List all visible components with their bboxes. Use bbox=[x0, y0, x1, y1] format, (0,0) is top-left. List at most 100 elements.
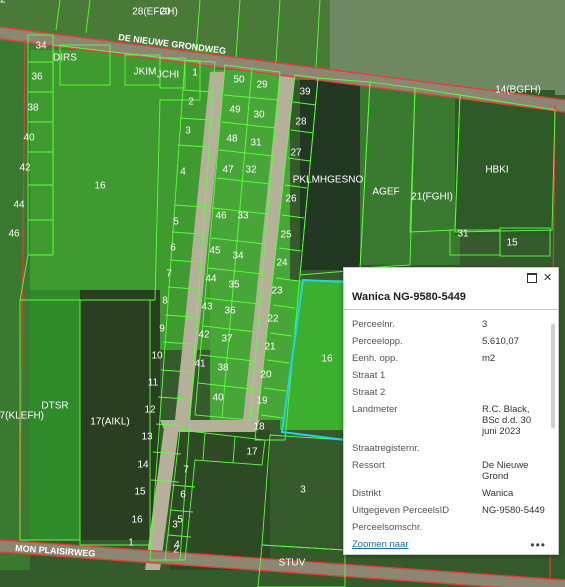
parcel-label: 48 bbox=[226, 134, 238, 145]
attribute-value: R.C. Black, BSc d.d. 30 juni 2023 bbox=[482, 404, 532, 437]
parcel-label: 1 bbox=[128, 538, 134, 549]
parcel-label: 36 bbox=[31, 72, 43, 83]
dock-icon[interactable] bbox=[527, 273, 537, 283]
parcel-label: 8 bbox=[162, 296, 168, 307]
parcel-label: 46 bbox=[8, 229, 20, 240]
ellipsis-icon[interactable]: ••• bbox=[530, 538, 546, 552]
attribute-label: Perceelnr. bbox=[352, 319, 395, 330]
parcel-label: 16 bbox=[94, 181, 106, 192]
parcel-label: HBKI bbox=[485, 165, 508, 176]
parcel-label: 7 bbox=[166, 269, 172, 280]
parcel-label: 21 bbox=[264, 342, 276, 353]
parcel-label: 16 bbox=[321, 354, 333, 365]
parcel-label: DIRS bbox=[53, 53, 77, 64]
close-icon[interactable]: ✕ bbox=[543, 272, 552, 283]
parcel-label: 23 bbox=[271, 286, 283, 297]
parcel-label: 20 bbox=[159, 7, 171, 18]
attribute-label: Straat 1 bbox=[352, 370, 386, 381]
attribute-value bbox=[482, 384, 548, 401]
parcel-label: 14(BGFH) bbox=[495, 85, 541, 96]
attribute-label: Eenh. opp. bbox=[352, 353, 398, 364]
parcel-label: 42 bbox=[19, 163, 31, 174]
parcel-label: 10 bbox=[151, 351, 163, 362]
parcel-label: 44 bbox=[13, 200, 25, 211]
parcel-label: 27 bbox=[290, 148, 302, 159]
popup-scrollbar[interactable] bbox=[551, 324, 555, 428]
parcel-label: 19 bbox=[256, 396, 268, 407]
parcel-label: 40 bbox=[212, 393, 224, 404]
attribute-label: Straat 2 bbox=[352, 387, 386, 398]
zoom-to-link[interactable]: Zoomen naar bbox=[352, 539, 409, 550]
attribute-value: m2 bbox=[482, 353, 496, 364]
parcel-label: 41 bbox=[194, 359, 206, 370]
parcel-label: 3 bbox=[185, 126, 191, 137]
parcel-label: 16 bbox=[131, 515, 143, 526]
parcel-label: AGEF bbox=[372, 187, 399, 198]
parcel-label: 12 bbox=[144, 405, 156, 416]
parcel-label: 3 bbox=[172, 520, 178, 531]
parcel-label: 32 bbox=[245, 165, 257, 176]
popup-header: ✕ bbox=[344, 268, 558, 288]
parcel-label: 39 bbox=[299, 87, 311, 98]
parcel-label: 36 bbox=[224, 306, 236, 317]
parcel-label: 1 bbox=[192, 68, 198, 79]
parcel-label: 33 bbox=[237, 211, 249, 222]
attribute-label: Straatregisternr. bbox=[352, 443, 420, 454]
parcel-label: 15 bbox=[134, 487, 146, 498]
attribute-value bbox=[482, 367, 548, 384]
parcel-label: 3 bbox=[300, 485, 306, 496]
attribute-value: NG-9580-5449 bbox=[482, 505, 545, 516]
parcel-label: 34 bbox=[232, 251, 244, 262]
parcel-label: 22 bbox=[267, 314, 279, 325]
attribute-label: Landmeter bbox=[352, 404, 398, 415]
attribute-label: Uitgegeven PerceelsID bbox=[352, 505, 450, 516]
attribute-row: Perceelnr. 3 bbox=[352, 316, 548, 333]
attribute-row: Straat 2 bbox=[352, 384, 548, 401]
parcel-label: 2 bbox=[173, 545, 179, 556]
parcel-label: 17 bbox=[246, 447, 258, 458]
parcel-label: 2 bbox=[188, 97, 194, 108]
attribute-value: 3 bbox=[482, 319, 488, 330]
parcel-label: 38 bbox=[27, 103, 39, 114]
parcel-label: 13 bbox=[141, 432, 153, 443]
parcel-label: 34 bbox=[35, 41, 47, 52]
parcel-label: 37 bbox=[221, 334, 233, 345]
attribute-value: De Nieuwe Grond bbox=[482, 460, 529, 482]
attribute-value bbox=[482, 440, 548, 457]
attribute-row: Distrikt Wanica bbox=[352, 485, 548, 502]
parcel-label: 40 bbox=[23, 133, 35, 144]
popup-title: Wanica NG-9580-5449 bbox=[344, 288, 558, 310]
attribute-table: Perceelnr. 3 Perceelopp. 5.610,07 Eenh. opp.… bbox=[352, 316, 548, 536]
parcel-label: 31 bbox=[457, 229, 469, 240]
parcel-label: 7 bbox=[183, 465, 189, 476]
parcel-label: 43 bbox=[201, 302, 213, 313]
parcel-label: JKIM bbox=[134, 67, 157, 78]
parcel-label: 15 bbox=[506, 238, 518, 249]
parcel-label: 46 bbox=[215, 211, 227, 222]
attribute-row: Straatregisternr. bbox=[352, 440, 548, 457]
attribute-value: 5.610,07 bbox=[482, 336, 519, 347]
parcel-label: 28 bbox=[295, 117, 307, 128]
attribute-label: Perceelopp. bbox=[352, 336, 403, 347]
attribute-label: Perceelsomschr. bbox=[352, 522, 423, 533]
parcel-label: 28(EFGH) bbox=[132, 7, 178, 18]
parcel-label: 42 bbox=[198, 330, 210, 341]
attribute-row: Perceelsomschr. bbox=[352, 519, 548, 536]
attribute-label: Distrikt bbox=[352, 488, 382, 499]
attribute-row: Ressort De Nieuwe Grond bbox=[352, 457, 548, 485]
parcel-label: 38 bbox=[217, 363, 229, 374]
parcel-label: 24 bbox=[276, 258, 288, 269]
parcel-label: 47 bbox=[222, 165, 234, 176]
attribute-row: Uitgegeven PerceelsID NG-9580-5449 bbox=[352, 502, 548, 519]
parcel-label: JCHI bbox=[157, 70, 179, 81]
attribute-value: Wanica bbox=[482, 488, 514, 499]
attribute-row: Landmeter R.C. Black, BSc d.d. 30 juni 20… bbox=[352, 401, 548, 440]
parcel-label: 26 bbox=[285, 194, 297, 205]
parcel-label: 5 bbox=[173, 217, 179, 228]
parcel-label: 6 bbox=[170, 243, 176, 254]
parcel-label: 4 bbox=[180, 167, 186, 178]
parcel-label: 49 bbox=[229, 105, 241, 116]
parcel-label: PKLMHGESNO bbox=[293, 175, 364, 186]
parcel-label: STUV bbox=[279, 558, 306, 569]
attribute-value bbox=[482, 519, 548, 536]
